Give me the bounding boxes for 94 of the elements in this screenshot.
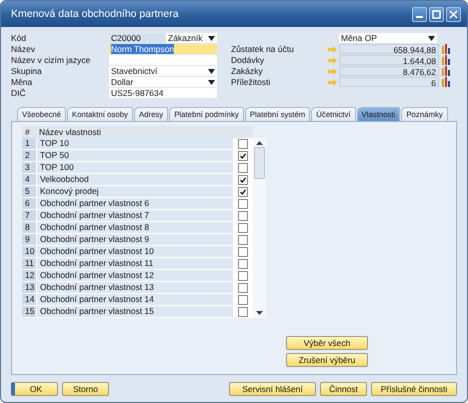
row-number: 3: [22, 162, 36, 173]
checkbox[interactable]: [238, 174, 248, 184]
dialog-button[interactable]: Storno: [62, 382, 109, 396]
bar-chart-icon[interactable]: [442, 44, 452, 54]
checkbox[interactable]: [238, 186, 248, 196]
table-cell: Obchodní partner vlastnost 13: [36, 282, 233, 293]
balance-field: 8.476,62: [339, 66, 439, 76]
checkbox[interactable]: [238, 306, 248, 316]
dialog-button[interactable]: OK: [11, 382, 58, 396]
column-header: #: [22, 126, 36, 138]
checkbox[interactable]: [238, 198, 248, 208]
field-label: Dodávky: [231, 55, 266, 65]
dropdown-field[interactable]: Stavebnictví: [109, 66, 217, 76]
dialog-button[interactable]: Příslušné činnosti: [371, 382, 457, 396]
checkbox[interactable]: [238, 138, 248, 148]
checkbox[interactable]: [238, 234, 248, 244]
row-number: 5: [22, 186, 36, 197]
field-label: Název v cizím jazyce: [11, 55, 92, 65]
row-number: 15: [22, 306, 36, 317]
action-button[interactable]: Výběr všech: [286, 336, 368, 350]
row-number: 4: [22, 174, 36, 185]
table-cell: Obchodní partner vlastnost 6: [36, 198, 233, 209]
table-cell: Koncový prodej: [36, 186, 233, 197]
code-field[interactable]: C20000: [109, 33, 165, 43]
table-cell: Obchodní partner vlastnost 10: [36, 246, 233, 257]
table-cell: TOP 10: [36, 138, 233, 149]
dropdown-caret-icon[interactable]: [428, 36, 435, 40]
text-field[interactable]: [109, 55, 217, 65]
dialog-button[interactable]: Servisní hlášení: [229, 382, 316, 396]
row-number: 1: [22, 138, 36, 149]
table-cell: Obchodní partner vlastnost 8: [36, 222, 233, 233]
balance-field: 1.644,08: [339, 55, 439, 65]
table-cell: TOP 50: [36, 150, 233, 161]
dialog-button[interactable]: Činnost: [320, 382, 367, 396]
row-number: 9: [22, 234, 36, 245]
table-cell: Obchodní partner vlastnost 9: [36, 234, 233, 245]
field-label: Měna: [11, 77, 34, 87]
field-label: Skupina: [11, 66, 43, 76]
field-label: Zůstatek na účtu: [231, 44, 295, 54]
text-field[interactable]: US25-987634: [109, 88, 217, 98]
table-cell: Obchodní partner vlastnost 14: [36, 294, 233, 305]
row-number: 10: [22, 246, 36, 257]
table-cell: Obchodní partner vlastnost 12: [36, 270, 233, 281]
checkbox[interactable]: [238, 150, 248, 160]
checkbox[interactable]: [238, 270, 248, 280]
currency-dropdown[interactable]: Měna OP: [339, 33, 437, 43]
close-button[interactable]: [446, 6, 461, 22]
checkbox[interactable]: [238, 258, 248, 268]
row-number: 11: [22, 258, 36, 269]
row-number: 14: [22, 294, 36, 305]
dropdown-caret-icon[interactable]: [208, 36, 215, 40]
action-button[interactable]: Zrušení výběru: [286, 353, 368, 367]
field-label: Příležitosti: [231, 77, 272, 87]
window-title: Kmenová data obchodního partnera: [11, 8, 179, 20]
balance-field: 6: [339, 77, 439, 87]
minimize-icon: [416, 16, 423, 18]
row-number: 6: [22, 198, 36, 209]
field-label: DIČ: [11, 88, 27, 98]
table-cell: TOP 100: [36, 162, 233, 173]
scroll-down-icon[interactable]: [256, 311, 263, 315]
balance-field: 658.944,88: [339, 44, 439, 54]
scrollbar-thumb[interactable]: [254, 147, 265, 179]
row-number: 13: [22, 282, 36, 293]
dropdown-field[interactable]: Dollar: [109, 77, 217, 87]
maximize-icon: [432, 10, 441, 18]
maximize-button[interactable]: [429, 6, 444, 22]
row-number: 12: [22, 270, 36, 281]
column-header: Název vlastnosti: [36, 126, 233, 138]
field-label: Zakázky: [231, 66, 264, 76]
column-header: [233, 126, 253, 138]
checkbox[interactable]: [238, 210, 248, 220]
bar-chart-icon[interactable]: [442, 66, 452, 76]
table-cell: Obchodní partner vlastnost 7: [36, 210, 233, 221]
checkbox[interactable]: [238, 222, 248, 232]
text-field[interactable]: Norm Thompson: [109, 44, 217, 54]
checkbox[interactable]: [238, 282, 248, 292]
table-cell: Obchodní partner vlastnost 11: [36, 258, 233, 269]
row-number: 2: [22, 150, 36, 161]
minimize-button[interactable]: [412, 6, 427, 22]
scrollbar[interactable]: [253, 138, 266, 318]
checkbox[interactable]: [238, 246, 248, 256]
type-dropdown[interactable]: Zákazník: [166, 33, 217, 43]
table-cell: Obchodní partner vlastnost 15: [36, 306, 233, 317]
field-label: Kód: [11, 33, 28, 43]
bar-chart-icon[interactable]: [442, 55, 452, 65]
row-number: 8: [22, 222, 36, 233]
row-number: 7: [22, 210, 36, 221]
field-label: Název: [11, 44, 36, 54]
table-cell: Velkoobchod: [36, 174, 233, 185]
bar-chart-icon[interactable]: [442, 77, 452, 87]
checkbox[interactable]: [238, 294, 248, 304]
checkbox[interactable]: [238, 162, 248, 172]
close-icon: [449, 10, 458, 18]
scroll-up-icon[interactable]: [256, 141, 263, 145]
